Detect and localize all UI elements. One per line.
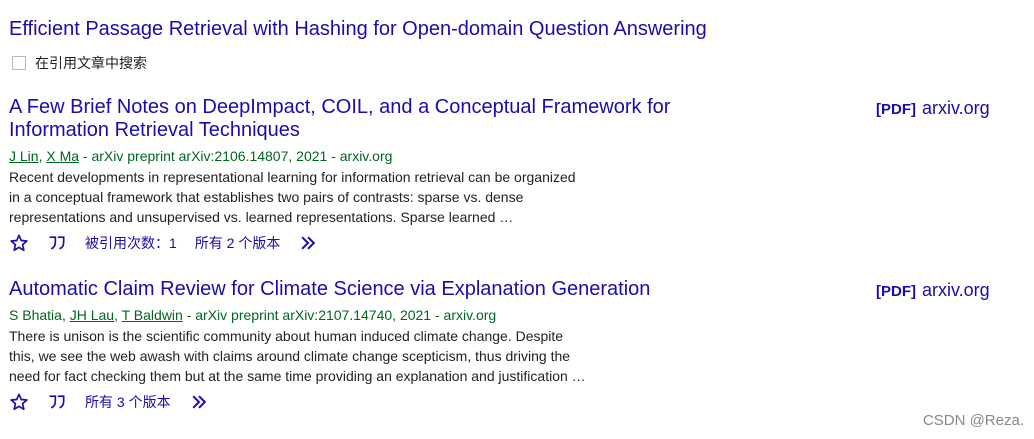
author-link[interactable]: JH Lau <box>70 307 114 323</box>
result-actions: 所有 3 个版本 <box>9 392 1024 412</box>
snippet-line: Recent developments in representational … <box>9 169 576 185</box>
result-title-line: Information Retrieval Techniques <box>9 119 300 141</box>
result-meta: J Lin, X Ma - arXiv preprint arXiv:2106.… <box>9 146 1024 166</box>
author-link[interactable]: X Ma <box>46 148 79 164</box>
author-separator: , <box>61 307 70 323</box>
author-separator: , <box>114 307 122 323</box>
result-actions: 被引用次数：1 所有 2 个版本 <box>9 233 1024 253</box>
author-name: S Bhatia <box>9 307 62 323</box>
venue-text: - arXiv preprint arXiv:2107.14740, 2021 … <box>182 307 497 323</box>
related-articles-button[interactable] <box>298 233 318 253</box>
author-link[interactable]: J Lin <box>9 148 39 164</box>
cited-by-link[interactable]: 被引用次数：1 <box>85 233 177 253</box>
pdf-link[interactable]: [PDF] arxiv.org <box>876 98 990 119</box>
all-versions-link[interactable]: 所有 3 个版本 <box>85 392 171 412</box>
scholar-results-page: Efficient Passage Retrieval with Hashing… <box>0 0 1034 439</box>
save-button[interactable] <box>9 233 29 253</box>
snippet-line: in a conceptual framework that establish… <box>9 189 524 205</box>
venue-text: - arXiv preprint arXiv:2106.14807, 2021 … <box>79 148 393 164</box>
snippet-line: representations and unsupervised vs. lea… <box>9 209 514 225</box>
star-icon <box>10 393 28 411</box>
result-title-link[interactable]: Automatic Claim Review for Climate Scien… <box>9 278 729 301</box>
all-versions-link[interactable]: 所有 2 个版本 <box>195 233 281 253</box>
watermark: CSDN @Reza. <box>922 412 1024 429</box>
search-within-citing-articles[interactable]: 在引用文章中搜索 <box>12 53 147 73</box>
quote-icon <box>49 236 65 250</box>
search-within-label: 在引用文章中搜索 <box>35 55 147 71</box>
double-chevron-right-icon <box>301 236 316 250</box>
star-icon <box>10 234 28 252</box>
pdf-tag: [PDF] <box>876 101 916 118</box>
pdf-tag: [PDF] <box>876 283 916 300</box>
save-button[interactable] <box>9 392 29 412</box>
result-item: A Few Brief Notes on DeepImpact, COIL, a… <box>9 96 1024 253</box>
result-title-link[interactable]: A Few Brief Notes on DeepImpact, COIL, a… <box>9 96 729 142</box>
result-snippet: There is unison is the scientific commun… <box>9 326 679 386</box>
snippet-line: need for fact checking them but at the s… <box>9 368 586 384</box>
result-snippet: Recent developments in representational … <box>9 167 679 227</box>
author-link[interactable]: T Baldwin <box>122 307 183 323</box>
cite-button[interactable] <box>47 392 67 412</box>
result-meta: S Bhatia, JH Lau, T Baldwin - arXiv prep… <box>9 305 1024 325</box>
quote-icon <box>49 395 65 409</box>
pdf-source: arxiv.org <box>922 98 990 118</box>
result-title-line: Automatic Claim Review for Climate Scien… <box>9 278 651 300</box>
snippet-line: There is unison is the scientific commun… <box>9 328 564 344</box>
snippet-line: this, we see the web awash with claims a… <box>9 348 571 364</box>
cite-button[interactable] <box>47 233 67 253</box>
pdf-link[interactable]: [PDF] arxiv.org <box>876 280 990 301</box>
cited-paper-title[interactable]: Efficient Passage Retrieval with Hashing… <box>9 16 707 42</box>
double-chevron-right-icon <box>192 395 206 409</box>
result-item: Automatic Claim Review for Climate Scien… <box>9 278 1024 412</box>
related-articles-button[interactable] <box>189 392 209 412</box>
pdf-source: arxiv.org <box>922 280 990 300</box>
result-title-line: A Few Brief Notes on DeepImpact, COIL, a… <box>9 96 671 118</box>
search-within-checkbox[interactable] <box>12 56 26 70</box>
